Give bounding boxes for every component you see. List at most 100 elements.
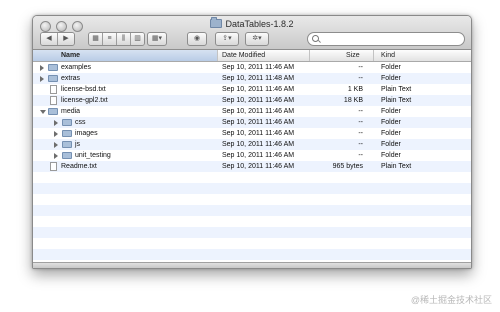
file-name: images (75, 130, 98, 137)
file-size: -- (358, 119, 363, 126)
file-date-modified: Sep 10, 2011 11:46 AM (222, 86, 295, 93)
folder-icon (48, 108, 58, 115)
file-kind: Folder (381, 141, 401, 148)
file-date-modified: Sep 10, 2011 11:46 AM (222, 141, 295, 148)
table-row[interactable]: css Sep 10, 2011 11:46 AM -- Folder (33, 117, 471, 128)
disclosure-closed-icon[interactable] (54, 120, 58, 126)
column-header-kind[interactable]: Kind (381, 50, 395, 61)
file-name: extras (61, 75, 81, 82)
chevron-left-icon: ◀ (41, 33, 57, 45)
table-row[interactable]: js Sep 10, 2011 11:46 AM -- Folder (33, 139, 471, 150)
file-kind: Folder (381, 119, 401, 126)
file-list: examples Sep 10, 2011 11:46 AM -- Folder ext… (33, 62, 471, 268)
table-row[interactable]: license-gpl2.txt Sep 10, 2011 11:46 AM 18 … (33, 95, 471, 106)
file-date-modified: Sep 10, 2011 11:48 AM (222, 75, 295, 82)
column-divider[interactable] (217, 50, 218, 61)
icon-view-button[interactable]: ▦ (89, 33, 103, 45)
toolbar: ◀ ▶ ▦ ≡ ⫼ ▥ ▦▾ ◉ ⇪▾ ✲▾ (33, 32, 471, 48)
table-row[interactable]: extras Sep 10, 2011 11:48 AM -- Folder (33, 73, 471, 84)
table-row[interactable]: media Sep 10, 2011 11:46 AM -- Folder (33, 106, 471, 117)
file-date-modified: Sep 10, 2011 11:46 AM (222, 130, 295, 137)
file-size: 965 bytes (332, 163, 363, 170)
file-kind: Folder (381, 64, 401, 71)
list-view-button[interactable]: ≡ (103, 33, 117, 45)
list-view-icon: ≡ (103, 33, 116, 45)
forward-button[interactable]: ▶ (58, 33, 74, 45)
file-date-modified: Sep 10, 2011 11:46 AM (222, 97, 295, 104)
disclosure-closed-icon[interactable] (54, 131, 58, 137)
text-file-icon (50, 85, 57, 94)
window-title: DataTables-1.8.2 (33, 17, 471, 29)
file-date-modified: Sep 10, 2011 11:46 AM (222, 108, 295, 115)
empty-row (33, 216, 471, 227)
empty-row (33, 194, 471, 205)
file-kind: Folder (381, 108, 401, 115)
chevron-right-icon: ▶ (58, 33, 74, 45)
column-header: Name Date Modified Size Kind (33, 50, 471, 62)
file-kind: Plain Text (381, 97, 412, 104)
file-size: -- (358, 130, 363, 137)
arrange-button[interactable]: ▦▾ (147, 32, 167, 46)
file-kind: Folder (381, 152, 401, 159)
title-bar[interactable]: DataTables-1.8.2 ◀ ▶ ▦ ≡ ⫼ ▥ ▦▾ ◉ ⇪▾ ✲▾ (33, 16, 471, 50)
folder-icon (48, 64, 58, 71)
share-button[interactable]: ⇪▾ (215, 32, 239, 46)
disclosure-closed-icon[interactable] (54, 142, 58, 148)
search-input[interactable] (307, 32, 465, 46)
table-row[interactable]: unit_testing Sep 10, 2011 11:46 AM -- Folde… (33, 150, 471, 161)
empty-row (33, 172, 471, 183)
column-view-button[interactable]: ⫼ (117, 33, 131, 45)
table-row[interactable]: examples Sep 10, 2011 11:46 AM -- Folder (33, 62, 471, 73)
disclosure-closed-icon[interactable] (54, 153, 58, 159)
file-name: media (61, 108, 81, 115)
file-size: -- (358, 64, 363, 71)
column-header-name[interactable]: Name (61, 50, 211, 61)
disclosure-closed-icon[interactable] (40, 76, 44, 82)
column-header-date[interactable]: Date Modified (222, 50, 265, 61)
icon-view-icon: ▦ (89, 33, 102, 45)
file-name: unit_testing (75, 152, 111, 159)
file-name: license-bsd.txt (61, 86, 106, 93)
file-size: -- (358, 75, 363, 82)
table-row[interactable]: license-bsd.txt Sep 10, 2011 11:46 AM 1 KB… (33, 84, 471, 95)
file-size: -- (358, 141, 363, 148)
table-row[interactable]: Readme.txt Sep 10, 2011 11:46 AM 965 bytes… (33, 161, 471, 172)
text-file-icon (50, 162, 57, 171)
finder-window: DataTables-1.8.2 ◀ ▶ ▦ ≡ ⫼ ▥ ▦▾ ◉ ⇪▾ ✲▾ … (32, 15, 472, 269)
column-view-icon: ⫼ (117, 33, 130, 45)
quicklook-button[interactable]: ◉ (187, 32, 207, 46)
share-icon: ⇪▾ (222, 35, 232, 42)
folder-icon (62, 152, 72, 159)
empty-row (33, 249, 471, 260)
file-size: -- (358, 108, 363, 115)
status-bar (33, 262, 471, 268)
disclosure-open-icon[interactable] (40, 110, 46, 114)
back-button[interactable]: ◀ (41, 33, 58, 45)
folder-icon (210, 17, 223, 28)
column-divider[interactable] (373, 50, 374, 61)
file-name: examples (61, 64, 91, 71)
column-divider[interactable] (309, 50, 310, 61)
view-mode-control: ▦ ≡ ⫼ ▥ (88, 32, 145, 46)
file-name: js (75, 141, 81, 148)
file-kind: Folder (381, 130, 401, 137)
column-header-size[interactable]: Size (346, 50, 360, 61)
file-date-modified: Sep 10, 2011 11:46 AM (222, 119, 295, 126)
file-date-modified: Sep 10, 2011 11:46 AM (222, 64, 295, 71)
disclosure-closed-icon[interactable] (40, 65, 44, 71)
action-button[interactable]: ✲▾ (245, 32, 269, 46)
table-row[interactable]: images Sep 10, 2011 11:46 AM -- Folder (33, 128, 471, 139)
eye-icon: ◉ (193, 35, 201, 42)
back-forward-control: ◀ ▶ (40, 32, 75, 46)
folder-icon (48, 75, 58, 82)
coverflow-view-button[interactable]: ▥ (131, 33, 144, 45)
file-kind: Plain Text (381, 86, 412, 93)
file-size: 18 KB (343, 97, 363, 104)
coverflow-view-icon: ▥ (131, 33, 144, 45)
file-name: css (75, 119, 86, 126)
file-date-modified: Sep 10, 2011 11:46 AM (222, 152, 295, 159)
file-date-modified: Sep 10, 2011 11:46 AM (222, 163, 295, 170)
file-kind: Folder (381, 75, 401, 82)
folder-icon (62, 141, 72, 148)
search-icon (312, 35, 319, 42)
